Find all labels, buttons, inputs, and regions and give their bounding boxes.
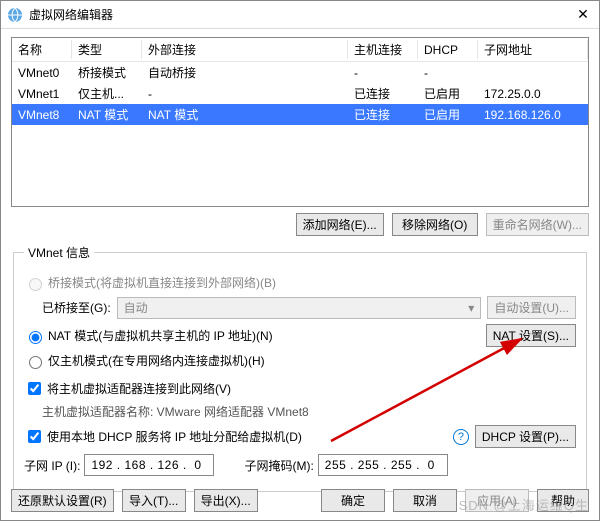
table-body: VMnet0桥接模式自动桥接--VMnet1仅主机...-已连接已启用172.2… (12, 62, 588, 126)
vmnet-info-fieldset: VMnet 信息 桥接模式(将虚拟机直接连接到外部网络)(B) 已桥接至(G):… (13, 244, 587, 492)
radio-bridge: 桥接模式(将虚拟机直接连接到外部网络)(B) (24, 274, 276, 291)
table-button-row: 添加网络(E)... 移除网络(O) 重命名网络(W)... (11, 213, 589, 236)
add-network-button[interactable]: 添加网络(E)... (296, 213, 384, 236)
col-dhcp[interactable]: DHCP (418, 38, 478, 62)
export-button[interactable]: 导出(X)... (194, 489, 258, 512)
subnet-mask-input[interactable] (318, 454, 448, 476)
col-name[interactable]: 名称 (12, 38, 72, 62)
bridge-to-select: 自动 (117, 297, 482, 319)
help-icon[interactable]: ? (453, 429, 469, 445)
close-icon[interactable]: ✕ (573, 6, 593, 23)
dhcp-settings-button[interactable]: DHCP 设置(P)... (475, 425, 576, 448)
table-row[interactable]: VMnet1仅主机...-已连接已启用172.25.0.0 (12, 83, 588, 104)
window-title: 虚拟网络编辑器 (29, 6, 573, 23)
chk-dhcp[interactable]: 使用本地 DHCP 服务将 IP 地址分配给虚拟机(D) (24, 427, 302, 446)
subnet-ip-input[interactable] (84, 454, 214, 476)
network-table[interactable]: 名称 类型 外部连接 主机连接 DHCP 子网地址 VMnet0桥接模式自动桥接… (11, 37, 589, 207)
vmnet-info-legend: VMnet 信息 (24, 244, 94, 261)
col-host[interactable]: 主机连接 (348, 38, 418, 62)
app-icon (7, 7, 23, 23)
nat-settings-button[interactable]: NAT 设置(S)... (486, 324, 576, 347)
bridge-to-label: 已桥接至(G): (42, 299, 111, 316)
ok-button[interactable]: 确定 (321, 489, 385, 512)
cancel-button[interactable]: 取消 (393, 489, 457, 512)
restore-defaults-button[interactable]: 还原默认设置(R) (11, 489, 114, 512)
col-subnet[interactable]: 子网地址 (478, 38, 588, 62)
subnet-ip-label: 子网 IP (I): (24, 457, 80, 474)
help-button[interactable]: 帮助 (537, 489, 589, 512)
radio-nat[interactable]: NAT 模式(与虚拟机共享主机的 IP 地址)(N) (24, 327, 273, 344)
subnet-mask-label: 子网掩码(M): (244, 457, 313, 474)
bridge-settings-button: 自动设置(U)... (487, 296, 576, 319)
radio-hostonly[interactable]: 仅主机模式(在专用网络内连接虚拟机)(H) (24, 352, 265, 369)
titlebar: 虚拟网络编辑器 ✕ (1, 1, 599, 29)
remove-network-button[interactable]: 移除网络(O) (392, 213, 478, 236)
dialog-button-bar: 还原默认设置(R) 导入(T)... 导出(X)... 确定 取消 应用(A) … (1, 489, 599, 512)
import-button[interactable]: 导入(T)... (122, 489, 186, 512)
virtual-network-editor-window: 虚拟网络编辑器 ✕ 名称 类型 外部连接 主机连接 DHCP 子网地址 VMne… (0, 0, 600, 521)
apply-button: 应用(A) (465, 489, 529, 512)
rename-network-button: 重命名网络(W)... (486, 213, 589, 236)
host-adapter-name: 主机虚拟适配器名称: VMware 网络适配器 VMnet8 (42, 403, 309, 420)
chk-host-adapter[interactable]: 将主机虚拟适配器连接到此网络(V) (24, 379, 231, 398)
table-row[interactable]: VMnet0桥接模式自动桥接-- (12, 62, 588, 84)
col-external[interactable]: 外部连接 (142, 38, 348, 62)
col-type[interactable]: 类型 (72, 38, 142, 62)
table-row[interactable]: VMnet8NAT 模式NAT 模式已连接已启用192.168.126.0 (12, 104, 588, 125)
